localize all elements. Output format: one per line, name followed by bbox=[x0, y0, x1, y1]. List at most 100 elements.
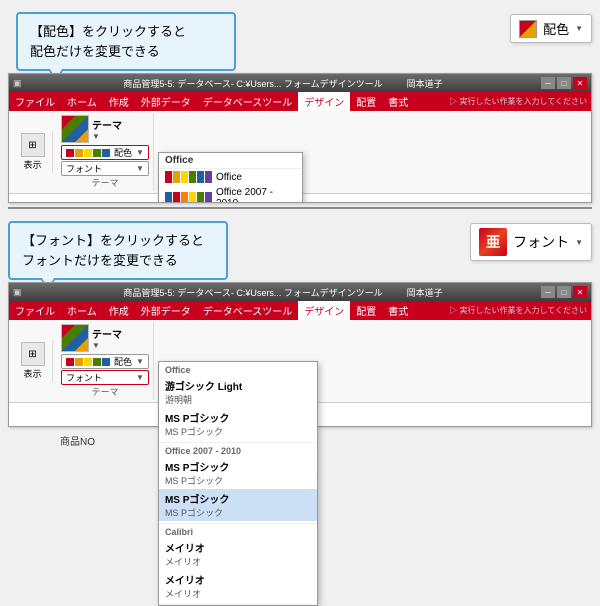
color-badge[interactable]: 配色 ▼ bbox=[510, 14, 592, 43]
ribbon-tab-format-2[interactable]: 書式 bbox=[382, 301, 414, 320]
search-hint-1: ▷ 実行したい作業を入力してください bbox=[449, 96, 587, 107]
ribbon-tab-external-1[interactable]: 外部データ bbox=[135, 92, 197, 111]
cs3 bbox=[181, 171, 188, 183]
app-icon-2: ▣ bbox=[13, 287, 25, 298]
font-badge[interactable]: 亜 フォント ▼ bbox=[470, 223, 592, 261]
font-popup-section-office2007-2: Office 2007 - 2010 MS Pゴシック MS Pゴシック MS … bbox=[159, 443, 317, 524]
minimize-button-1[interactable]: ─ bbox=[541, 77, 555, 89]
cd4 bbox=[93, 149, 101, 157]
color-font-buttons-2: 配色 ▼ フォント ▼ bbox=[61, 354, 149, 385]
theme-labels-2: テーマ ▼ bbox=[92, 326, 122, 350]
font-badge-area: 亜 フォント ▼ bbox=[470, 215, 592, 261]
title-bar-controls-1[interactable]: ─ □ ✕ bbox=[541, 77, 587, 89]
ribbon-tabs-2: ファイル ホーム 作成 外部データ データベースツール デザイン 配置 書式 ▷… bbox=[9, 301, 591, 320]
cs4 bbox=[189, 171, 196, 183]
window-user-2: 岡本道子 bbox=[407, 286, 443, 299]
font-popup-item-office2007-item1-2[interactable]: MS Pゴシック MS Pゴシック bbox=[159, 457, 317, 489]
font-dropdown-chevron: ▼ bbox=[575, 238, 583, 247]
ribbon-tab-external-2[interactable]: 外部データ bbox=[135, 301, 197, 320]
ribbon-tab-format-1[interactable]: 書式 bbox=[382, 92, 414, 111]
search-bar-1: ▷ 実行したい作業を入力してください bbox=[414, 92, 591, 111]
theme-chevron-1: ▼ bbox=[92, 132, 122, 141]
font-popup-section-calibri-2: Calibri メイリオ メイリオ メイリオ メイリオ bbox=[159, 524, 317, 605]
color-dropdown-label-2: 配色 bbox=[114, 355, 132, 368]
view-button-2[interactable]: ⊞ 表示 bbox=[21, 342, 45, 380]
ribbon-tab-file-1[interactable]: ファイル bbox=[9, 92, 61, 111]
ribbon-tab-design-1[interactable]: デザイン bbox=[298, 92, 350, 111]
cs5 bbox=[197, 171, 204, 183]
font-badge-label: フォント bbox=[513, 232, 569, 252]
ribbon-tab-create-2[interactable]: 作成 bbox=[103, 301, 135, 320]
popup-title-1: Office bbox=[159, 153, 302, 169]
font-annotation-text: 【フォント】をクリックすると フォントだけを変更できる bbox=[22, 231, 214, 270]
ribbon-tab-file-2[interactable]: ファイル bbox=[9, 301, 61, 320]
color-badge-area: 配色 ▼ bbox=[510, 6, 592, 43]
search-hint-2: ▷ 実行したい作業を入力してください bbox=[449, 305, 587, 316]
view-button-1[interactable]: ⊞ 表示 bbox=[21, 133, 45, 171]
title-bar-2: ▣ 商品管理5-5: データベース- C:¥Users... フォームデザインツ… bbox=[9, 283, 591, 301]
font-dropdown-label-2: フォント bbox=[66, 371, 132, 384]
ribbon-tab-dbtools-1[interactable]: データベースツール bbox=[197, 92, 299, 111]
font-popup-item-mspg1-2[interactable]: MS Pゴシック MS Pゴシック bbox=[159, 408, 317, 440]
ribbon-tab-design-2[interactable]: デザイン bbox=[298, 301, 350, 320]
ribbon-tab-create-1[interactable]: 作成 bbox=[103, 92, 135, 111]
color-dropdown-1[interactable]: 配色 ▼ bbox=[61, 145, 149, 160]
font-dropdown-2[interactable]: フォント ▼ bbox=[61, 370, 149, 385]
font-popup-item-meiryo1-2[interactable]: メイリオ メイリオ bbox=[159, 538, 317, 570]
app-icon-1: ▣ bbox=[13, 78, 25, 89]
title-bar-1: ▣ 商品管理5-5: データベース- C:¥Users... フォームデザインツ… bbox=[9, 74, 591, 92]
ribbon-tab-layout-1[interactable]: 配置 bbox=[350, 92, 382, 111]
window-title-2: 商品管理5-5: データベース- C:¥Users... フォームデザインツール bbox=[123, 286, 382, 299]
cd3 bbox=[84, 149, 92, 157]
popup-item-office-1[interactable]: Office bbox=[159, 169, 302, 185]
font-popup-section-office-2: Office 游ゴシック Light 游明朝 MS Pゴシック MS Pゴシック bbox=[159, 362, 317, 443]
ribbon-tab-home-1[interactable]: ホーム bbox=[61, 92, 103, 111]
color-dropdown-chevron: ▼ bbox=[575, 24, 583, 33]
color-swatch bbox=[519, 20, 537, 38]
top-section: 【配色】をクリックすると 配色だけを変更できる 配色 ▼ bbox=[0, 0, 600, 73]
font-popup-item-yugothic-2[interactable]: 游ゴシック Light 游明朝 bbox=[159, 376, 317, 408]
access-window-1: ▣ 商品管理5-5: データベース- C:¥Users... フォームデザインツ… bbox=[0, 73, 600, 203]
theme-button-1[interactable]: テーマ ▼ bbox=[61, 115, 122, 143]
maximize-button-2[interactable]: □ bbox=[557, 286, 571, 298]
theme-icon-2 bbox=[61, 324, 89, 352]
title-bar-controls-2[interactable]: ─ □ ✕ bbox=[541, 286, 587, 298]
maximize-button-1[interactable]: □ bbox=[557, 77, 571, 89]
color-badge-label: 配色 bbox=[543, 19, 569, 38]
color-dropdown-2[interactable]: 配色 ▼ bbox=[61, 354, 149, 369]
view-icon-2: ⊞ bbox=[21, 342, 45, 366]
ribbon-group-view-2: ⊞ 表示 bbox=[13, 340, 53, 382]
font-dropdown-label-1: フォント bbox=[66, 162, 132, 175]
top-left-panel: 【配色】をクリックすると 配色だけを変更できる bbox=[8, 6, 510, 71]
font-chevron-2: ▼ bbox=[136, 373, 144, 382]
ribbon-tab-layout-2[interactable]: 配置 bbox=[350, 301, 382, 320]
font-popup-item-office2007-item2-2[interactable]: MS Pゴシック MS Pゴシック bbox=[159, 489, 317, 521]
theme-group-label-2: テーマ bbox=[91, 385, 118, 398]
access-window-2: ▣ 商品管理5-5: データベース- C:¥Users... フォームデザインツ… bbox=[0, 282, 600, 427]
ribbon-group-theme-1: テーマ ▼ 配色 ▼ bbox=[57, 113, 154, 191]
ribbon-tab-dbtools-2[interactable]: データベースツール bbox=[197, 301, 299, 320]
font-dropdown-1[interactable]: フォント ▼ bbox=[61, 161, 149, 176]
view-icon-1: ⊞ bbox=[21, 133, 45, 157]
color-font-buttons-1: 配色 ▼ フォント ▼ bbox=[61, 145, 149, 176]
window-user-1: 岡本道子 bbox=[407, 77, 443, 90]
title-bar-title-2: 商品管理5-5: データベース- C:¥Users... フォームデザインツール… bbox=[25, 286, 541, 299]
color-annotation-text: 【配色】をクリックすると 配色だけを変更できる bbox=[30, 22, 222, 61]
theme-labels-1: テーマ ▼ bbox=[92, 117, 122, 141]
window-title-1: 商品管理5-5: データベース- C:¥Users... フォームデザインツール bbox=[123, 77, 382, 90]
popup-item-office2007-1[interactable]: Office 2007 - 2010 bbox=[159, 185, 302, 203]
ribbon-tabs-1: ファイル ホーム 作成 外部データ データベースツール デザイン 配置 書式 ▷… bbox=[9, 92, 591, 111]
ribbon-content-1: ⊞ 表示 テーマ ▼ bbox=[9, 111, 591, 194]
ribbon-tab-home-2[interactable]: ホーム bbox=[61, 301, 103, 320]
theme-button-2[interactable]: テーマ ▼ bbox=[61, 324, 122, 352]
close-button-2[interactable]: ✕ bbox=[573, 286, 587, 298]
title-bar-title-1: 商品管理5-5: データベース- C:¥Users... フォームデザインツール… bbox=[25, 77, 541, 90]
color-squares-office-1 bbox=[165, 171, 212, 183]
font-popup-item-meiryo2-2[interactable]: メイリオ メイリオ bbox=[159, 570, 317, 602]
font-popup-2: Office 游ゴシック Light 游明朝 MS Pゴシック MS Pゴシック… bbox=[158, 361, 318, 606]
close-button-1[interactable]: ✕ bbox=[573, 77, 587, 89]
font-annotation-box: 【フォント】をクリックすると フォントだけを変更できる bbox=[8, 221, 228, 280]
cs2 bbox=[173, 171, 180, 183]
minimize-button-2[interactable]: ─ bbox=[541, 286, 555, 298]
font-chevron-1: ▼ bbox=[136, 164, 144, 173]
